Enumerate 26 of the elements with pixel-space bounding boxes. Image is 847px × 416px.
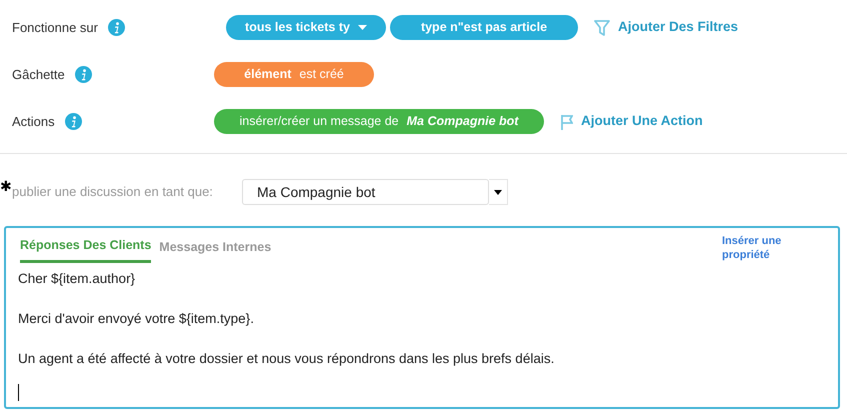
message-line: Un agent a été affecté à votre dossier et nous vous répondrons dans les plus brefs délais.: [18, 350, 556, 368]
rule-label: Gâchette: [12, 66, 65, 84]
dropdown-button[interactable]: [489, 179, 508, 205]
required-icon: ✱: [0, 176, 12, 198]
info-icon: [74, 66, 92, 83]
message-editor[interactable]: [4, 226, 840, 409]
rule-label: Fonctionne sur: [12, 18, 98, 37]
message-line: Merci d'avoir envoyé votre ${item.type}.: [18, 310, 255, 328]
add-link[interactable]: Ajouter Une Action: [560, 111, 703, 132]
condition-pill[interactable]: élément est créé: [214, 62, 374, 87]
filter-icon: [594, 20, 610, 36]
condition-pill[interactable]: type n"est pas article: [390, 15, 578, 40]
add-link[interactable]: Ajouter Des Filtres: [594, 17, 738, 38]
condition-pill[interactable]: tous les tickets ty: [226, 15, 386, 40]
caret-icon: [494, 190, 502, 194]
info-icon: [64, 113, 82, 130]
message-line: Cher ${item.author}: [18, 270, 136, 288]
editor-tab[interactable]: Messages Internes: [159, 234, 272, 263]
flag-icon: [560, 114, 573, 130]
field-label: publier une discussion en tant que:: [12, 183, 213, 202]
rule-label: Actions: [12, 112, 55, 131]
sender-select[interactable]: Ma Compagnie bot: [242, 179, 489, 205]
condition-pill[interactable]: insérer/créer un message de Ma Compagnie bot: [214, 109, 544, 134]
editor-tab[interactable]: Réponses Des Clients: [20, 234, 152, 263]
info-icon: [108, 19, 125, 36]
insert-property-link[interactable]: Insérer une propriété: [722, 234, 802, 263]
